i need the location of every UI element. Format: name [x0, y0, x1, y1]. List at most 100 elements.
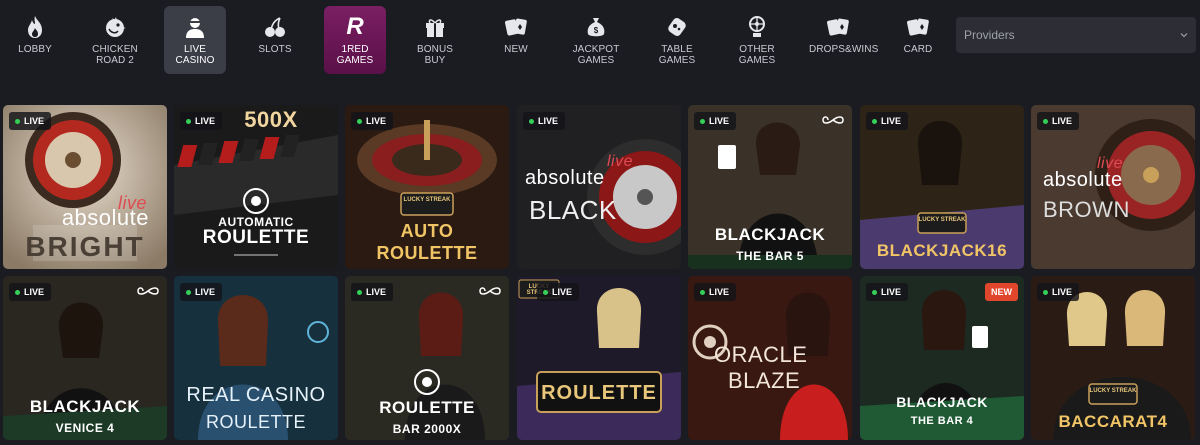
dealer-icon — [182, 14, 208, 40]
flame-icon — [22, 14, 48, 40]
joystick-icon — [664, 14, 690, 40]
tile-title-a: BACCARAT4 — [1058, 412, 1168, 431]
providers-dropdown[interactable]: Providers — [956, 17, 1196, 53]
game-tile-blackjack-the-bar-5[interactable]: LIVE BLACKJACK THE BAR 5 — [688, 105, 852, 269]
nav-item-other-games[interactable]: OTHER GAMES — [726, 6, 788, 74]
live-badge: LIVE — [351, 283, 394, 301]
game-tile-baccarat4[interactable]: LIVE LUCKY STREAK BACCARAT4 — [1031, 276, 1195, 440]
nav-item-live-casino[interactable]: LIVE CASINO — [164, 6, 226, 74]
game-tile-absolute-brown[interactable]: LIVE live absolute BROWN — [1031, 105, 1195, 269]
gift-icon — [422, 14, 448, 40]
game-tile-automatic-roulette[interactable]: LIVE 500X AUTOMATIC ROULETTE — [174, 105, 338, 269]
nav-item-1red-games[interactable]: R 1RED GAMES — [324, 6, 386, 74]
game-tile-oracle-blaze[interactable]: LIVE ORACLE BLAZE — [688, 276, 852, 440]
nav-label: 1RED GAMES — [336, 44, 374, 66]
tile-title-b: BLACK — [529, 195, 617, 225]
cherries-icon — [262, 14, 288, 40]
nav-item-lobby[interactable]: LOBBY — [4, 6, 66, 74]
nav-label: JACKPOT GAMES — [572, 44, 620, 66]
nav-label: TABLE GAMES — [658, 44, 696, 66]
cards-icon — [825, 14, 851, 40]
money-bag-icon: $ — [583, 14, 609, 40]
lucky-streak-logo: LUCKY STREAK — [918, 217, 966, 223]
nav-item-chicken-road-2[interactable]: CHICKEN ROAD 2 — [84, 6, 146, 74]
nav-label: OTHER GAMES — [738, 44, 776, 66]
live-badge: LIVE — [523, 112, 566, 130]
nav-label: DROPS&WINS — [809, 44, 879, 55]
nav-label: SLOTS — [258, 44, 292, 55]
tile-title-a: absolute — [61, 205, 149, 230]
tile-title-a: ROULETTE — [541, 382, 657, 404]
wheel-icon — [744, 14, 770, 40]
live-badge: LIVE — [9, 112, 52, 130]
live-badge: LIVE — [1037, 112, 1080, 130]
tile-title-a: BLACKJACK — [714, 225, 826, 244]
tile-title-a: AUTO — [400, 221, 454, 241]
live-badge: LIVE — [866, 112, 909, 130]
game-tile-auto-roulette[interactable]: LIVE LUCKY STREAK AUTO ROULETTE — [345, 105, 509, 269]
tile-title-b: BROWN — [1043, 197, 1130, 222]
tile-title-a: BLACKJACK16 — [876, 241, 1008, 260]
infinity-icon — [479, 287, 501, 295]
game-tile-real-casino-roulette[interactable]: LIVE REAL CASINO ROULETTE — [174, 276, 338, 440]
chevron-down-icon — [1180, 33, 1188, 38]
chicken-icon — [102, 14, 128, 40]
nav-label: CHICKEN ROAD 2 — [92, 44, 138, 66]
cards-icon — [503, 14, 529, 40]
game-tile-absolute-black[interactable]: LIVE live absolute BLACK — [517, 105, 681, 269]
tile-title-b: VENICE 4 — [55, 421, 115, 435]
nav-item-new[interactable]: NEW — [485, 6, 547, 74]
tile-title-a: REAL CASINO — [186, 384, 326, 406]
tile-title-b: BAR 2000X — [392, 422, 462, 436]
game-tile-blackjack-the-bar-4[interactable]: LIVE NEW BLACKJACK THE BAR 4 — [860, 276, 1024, 440]
live-badge: LIVE — [866, 283, 909, 301]
live-badge: LIVE — [694, 283, 737, 301]
nav-label: CARD — [903, 44, 933, 55]
live-badge: LIVE — [694, 112, 737, 130]
category-nav: LOBBY CHICKEN ROAD 2 LIVE CASINO SLOTS R… — [0, 0, 1200, 90]
game-tile-blackjack16[interactable]: LIVE LUCKY STREAK BLACKJACK16 — [860, 105, 1024, 269]
nav-item-bonus-buy[interactable]: BONUS BUY — [404, 6, 466, 74]
new-badge: NEW — [985, 283, 1018, 301]
nav-item-table-games[interactable]: TABLE GAMES — [646, 6, 708, 74]
infinity-icon — [822, 116, 844, 124]
game-tile-blackjack-venice-4[interactable]: LIVE BLACKJACK VENICE 4 — [3, 276, 167, 440]
tile-title-a: ROULETTE — [379, 398, 475, 417]
nav-label: LOBBY — [18, 44, 52, 55]
live-badge: LIVE — [1037, 283, 1080, 301]
nav-label: BONUS BUY — [416, 44, 454, 66]
svg-text:$: $ — [594, 26, 599, 35]
brand-r-icon: R — [346, 13, 364, 40]
tile-title-a: absolute — [1043, 169, 1123, 191]
nav-label: NEW — [504, 44, 528, 55]
tile-title-a: BLACKJACK — [29, 397, 141, 416]
tile-title-a: BLACKJACK — [896, 394, 988, 410]
infinity-icon — [137, 287, 159, 295]
providers-placeholder: Providers — [964, 28, 1015, 42]
cards-icon — [905, 14, 931, 40]
lucky-streak-logo: LUCKY STREAK — [1089, 388, 1137, 394]
lucky-streak-logo: LUCKY STREAK — [403, 197, 451, 203]
tile-title-b: BLAZE — [728, 368, 801, 393]
tile-title-top: 500X — [244, 107, 298, 132]
tile-title-b: ROULETTE — [205, 412, 306, 432]
nav-item-card[interactable]: CARD — [887, 6, 949, 74]
game-tile-roulette-bar-2000x[interactable]: LIVE ROULETTE BAR 2000X — [345, 276, 509, 440]
live-badge: LIVE — [537, 283, 580, 301]
tile-title-b: ROULETTE — [376, 243, 478, 263]
live-badge: LIVE — [9, 283, 52, 301]
live-badge: LIVE — [180, 283, 223, 301]
tile-title-b: ROULETTE — [202, 227, 310, 248]
tile-title-b: BRIGHT — [25, 231, 145, 262]
game-tile-lucky-streak-roulette[interactable]: LUCKY STREAK LIVE ROULETTE — [517, 276, 681, 440]
tile-title-a: ORACLE — [714, 342, 808, 367]
nav-label: LIVE CASINO — [175, 44, 215, 66]
nav-item-jackpot-games[interactable]: $ JACKPOT GAMES — [565, 6, 627, 74]
nav-item-slots[interactable]: SLOTS — [244, 6, 306, 74]
live-badge: LIVE — [351, 112, 394, 130]
tile-title-b: THE BAR 4 — [910, 415, 974, 427]
nav-item-drops-wins[interactable]: DROPS&WINS — [807, 6, 879, 74]
tile-title-a: absolute — [525, 167, 605, 189]
game-tile-absolute-bright[interactable]: LIVE live absolute BRIGHT — [3, 105, 167, 269]
tile-title-b: THE BAR 5 — [736, 249, 804, 263]
